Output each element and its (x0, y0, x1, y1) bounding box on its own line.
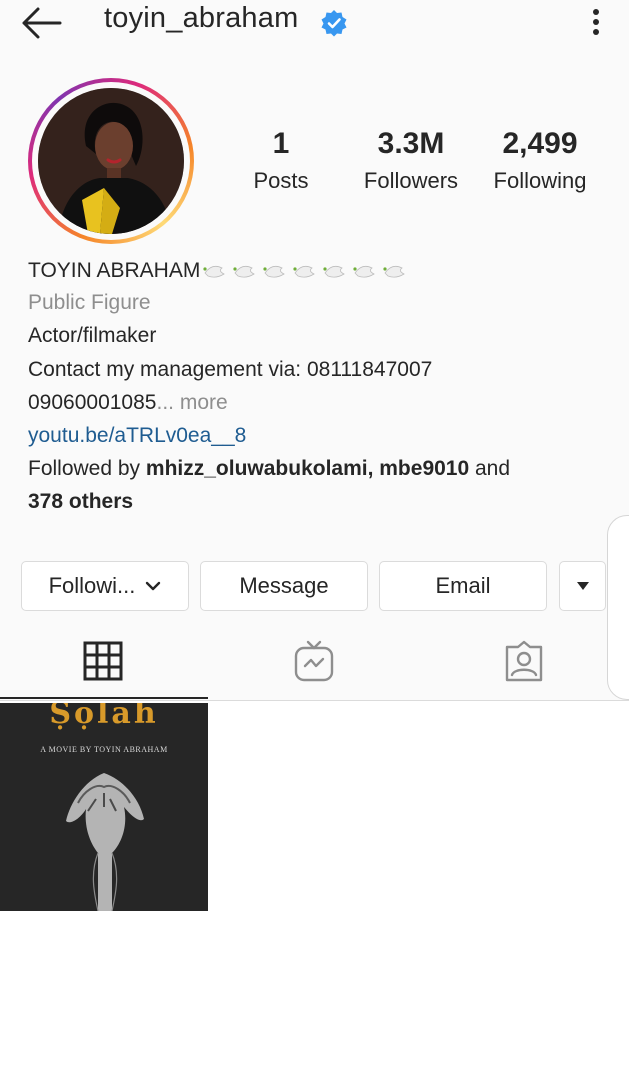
grid-icon (83, 641, 123, 681)
igtv-icon (294, 640, 334, 682)
active-tab-indicator (0, 697, 208, 699)
profile-username: toyin_abraham (104, 2, 299, 34)
followed-by-prefix: Followed by (28, 457, 146, 480)
movie-title-logo: Ṣọlah (49, 703, 158, 731)
posts-count: 1 (272, 127, 290, 160)
bio-name-line: TOYIN ABRAHAM (28, 256, 414, 286)
following-label: Following (493, 168, 587, 193)
message-button[interactable]: Message (200, 561, 368, 611)
edge-panel-handle[interactable] (607, 515, 629, 700)
bio-role: Actor/filmaker (28, 324, 157, 347)
post-thumbnail[interactable]: Ṣọlah A MOVIE BY TOYIN ABRAHAM (0, 703, 208, 911)
avatar (38, 88, 184, 234)
following-button[interactable]: Followi... (21, 561, 189, 611)
followed-by-line[interactable]: Followed by mhizz_oluwabukolami, mbe9010… (28, 454, 510, 484)
caret-down-icon (576, 582, 589, 590)
bio-phone2: 09060001085 (28, 391, 157, 414)
followed-by-users: mhizz_oluwabukolami, mbe9010 (145, 457, 470, 480)
profile-header-area: toyin_abraham 1 Posts 3.3M Followers 2,4… (0, 0, 629, 700)
profile-photo (38, 88, 184, 234)
following-stat[interactable]: 2,499 Following (482, 125, 598, 199)
followed-by-and: and (469, 457, 511, 480)
bio-phone-line: 09060001085... more (28, 388, 228, 418)
avatar-story-ring[interactable] (28, 78, 194, 244)
tabs-divider (0, 700, 629, 701)
top-bar: toyin_abraham (0, 0, 629, 50)
verified-badge-icon (321, 10, 347, 37)
following-button-label: Followi... (48, 573, 136, 598)
posts-stat: 1 Posts (238, 125, 324, 199)
message-button-label: Message (239, 573, 329, 598)
back-button[interactable] (18, 4, 64, 42)
email-button[interactable]: Email (379, 561, 547, 611)
followers-count: 3.3M (377, 127, 445, 160)
arrow-left-icon (22, 7, 62, 39)
tagged-icon (505, 640, 543, 682)
following-count: 2,499 (502, 127, 578, 160)
tab-posts-grid[interactable] (43, 631, 163, 691)
email-button-label: Email (435, 573, 491, 598)
tab-tagged[interactable] (464, 631, 584, 691)
tab-igtv[interactable] (254, 631, 374, 691)
followers-stat[interactable]: 3.3M Followers (352, 125, 470, 199)
followed-by-others[interactable]: 378 others (28, 487, 133, 517)
followers-label: Followers (363, 168, 459, 193)
kebab-menu-icon (593, 9, 599, 35)
movie-title-text: Ṣọlah (49, 703, 158, 731)
dove-emoji-icon (203, 266, 406, 278)
posts-label: Posts (253, 168, 309, 193)
chevron-down-icon (146, 581, 161, 591)
movie-credit: A MOVIE BY TOYIN ABRAHAM (40, 745, 168, 754)
profile-full-name: TOYIN ABRAHAM (28, 259, 201, 282)
profile-category: Public Figure (28, 291, 151, 314)
suggested-accounts-button[interactable] (559, 561, 606, 611)
post-image: Ṣọlah (0, 703, 208, 911)
more-options-button[interactable] (584, 4, 608, 40)
bio-contact: Contact my management via: 08111847007 (28, 358, 433, 381)
bio-website-link[interactable]: youtu.be/aTRLv0ea__8 (28, 421, 246, 451)
bio-more-link[interactable]: ... more (156, 391, 227, 414)
